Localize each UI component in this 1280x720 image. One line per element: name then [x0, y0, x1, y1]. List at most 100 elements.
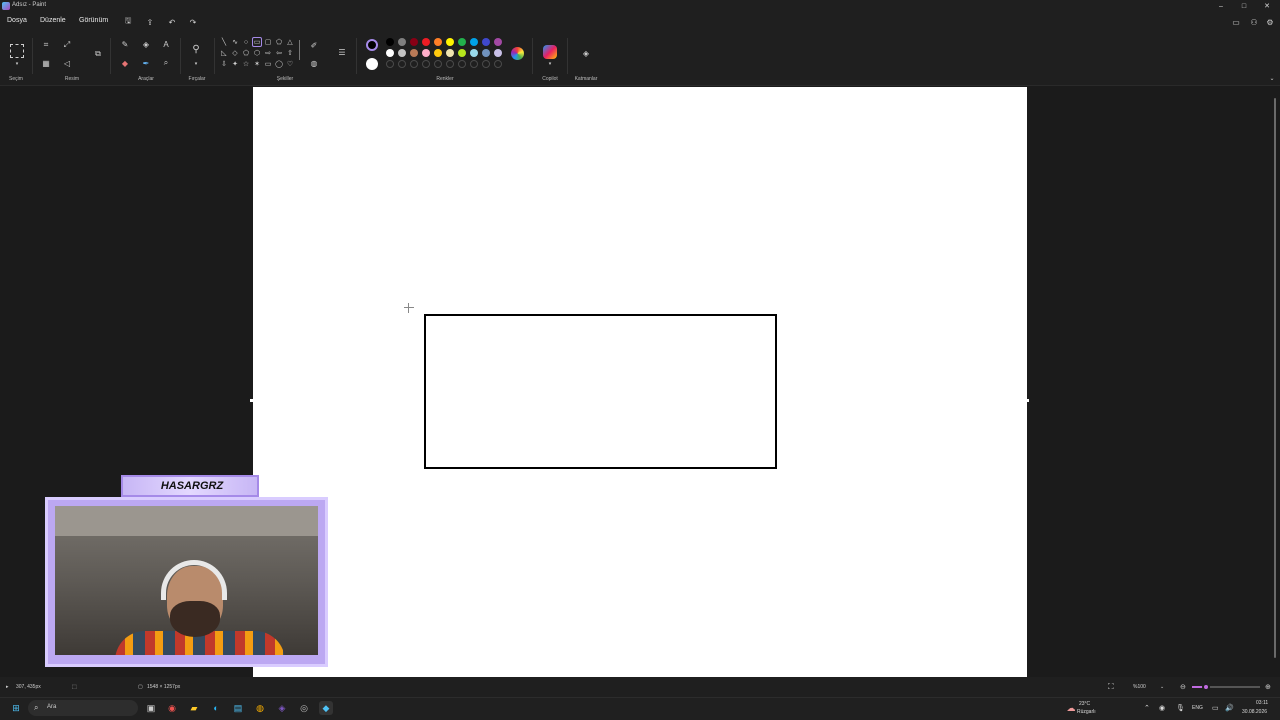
edit-colors-icon[interactable]	[511, 47, 524, 60]
palette-empty-swatch[interactable]	[446, 60, 454, 68]
notifications-icon[interactable]: ▭	[1230, 16, 1242, 28]
palette-empty-swatch[interactable]	[494, 60, 502, 68]
weather-icon[interactable]: ☁	[1064, 701, 1078, 715]
menu-view[interactable]: Görünüm	[79, 17, 108, 24]
chrome-icon[interactable]: ◍	[253, 701, 267, 715]
shape-rounded-rectangle-icon[interactable]: ▢	[263, 37, 273, 47]
maximize-button[interactable]: □	[1233, 0, 1255, 12]
background-removal-icon[interactable]: ▦	[40, 57, 52, 69]
save-icon[interactable]: 🖫	[122, 16, 134, 28]
selection-tool[interactable]	[10, 44, 24, 58]
palette-swatch[interactable]	[434, 38, 442, 46]
palette-empty-swatch[interactable]	[398, 60, 406, 68]
task-view-icon[interactable]: ▣	[144, 701, 158, 715]
undo-icon[interactable]: ↶	[166, 16, 178, 28]
chevron-down-icon[interactable]: ▾	[544, 58, 556, 70]
eraser-icon[interactable]: ◆	[119, 57, 131, 69]
zoom-slider-thumb[interactable]	[1201, 683, 1210, 691]
drawn-rectangle[interactable]	[424, 314, 777, 469]
shape-fill-icon[interactable]: ◍	[308, 57, 320, 69]
palette-swatch[interactable]	[446, 49, 454, 57]
palette-empty-swatch[interactable]	[422, 60, 430, 68]
shape-rectangle-icon[interactable]: ▭	[252, 37, 262, 47]
palette-swatch[interactable]	[446, 38, 454, 46]
menu-edit[interactable]: Düzenle	[40, 17, 66, 24]
brush-icon[interactable]: ⚲	[190, 43, 202, 55]
palette-empty-swatch[interactable]	[434, 60, 442, 68]
shape-star4-icon[interactable]: ✦	[230, 59, 240, 69]
palette-empty-swatch[interactable]	[482, 60, 490, 68]
chevron-down-icon[interactable]: ⌄	[1266, 72, 1278, 84]
zoom-out-icon[interactable]: ⊖	[1180, 683, 1186, 691]
zoom-in-icon[interactable]: ⊕	[1265, 683, 1271, 691]
shape-star6-icon[interactable]: ✶	[252, 59, 262, 69]
zoom-level[interactable]: %100	[1133, 684, 1146, 690]
resize-icon[interactable]: ⤢	[61, 39, 73, 51]
secondary-color[interactable]	[366, 58, 378, 70]
text-icon[interactable]: A	[160, 38, 172, 50]
file-explorer-icon[interactable]: ▰	[187, 701, 201, 715]
palette-swatch[interactable]	[434, 49, 442, 57]
shape-arrow-up-icon[interactable]: ⇧	[285, 48, 295, 58]
palette-swatch[interactable]	[470, 38, 478, 46]
fit-screen-icon[interactable]: ⛶	[1108, 682, 1114, 692]
network-icon[interactable]: ▭	[1212, 704, 1219, 712]
chevron-down-icon[interactable]: ▾	[190, 58, 202, 70]
magnifier-icon[interactable]: ⌕	[160, 57, 172, 69]
rotate-icon[interactable]: ◁	[61, 57, 73, 69]
shapes-scroll[interactable]	[299, 40, 300, 60]
shape-size-icon[interactable]: ☰	[335, 45, 349, 59]
palette-swatch[interactable]	[398, 49, 406, 57]
image-generator-icon[interactable]: ⧉	[91, 47, 105, 61]
weather-desc[interactable]: Rüzgarlı	[1077, 709, 1096, 715]
palette-swatch[interactable]	[470, 49, 478, 57]
palette-swatch[interactable]	[422, 38, 430, 46]
palette-swatch[interactable]	[458, 38, 466, 46]
minimize-button[interactable]: –	[1210, 0, 1232, 12]
shape-line-icon[interactable]: ╲	[219, 37, 229, 47]
primary-color[interactable]	[366, 39, 378, 51]
obs-icon[interactable]: ◎	[297, 701, 311, 715]
taskbar-search[interactable]: ⌕ Ara	[28, 700, 138, 716]
shape-polygon-icon[interactable]: ⬠	[274, 37, 284, 47]
pencil-icon[interactable]: ✎	[119, 38, 131, 50]
store-icon[interactable]: ▤	[231, 701, 245, 715]
tray-app-icon[interactable]: ◉	[1159, 704, 1165, 712]
palette-swatch[interactable]	[494, 49, 502, 57]
shape-callout-rect-icon[interactable]: ▭	[263, 59, 273, 69]
shape-curve-icon[interactable]: ∿	[230, 37, 240, 47]
clock-time[interactable]: 03:11	[1256, 700, 1268, 706]
palette-swatch[interactable]	[482, 38, 490, 46]
shape-pentagon-icon[interactable]: ⬠	[241, 48, 251, 58]
palette-empty-swatch[interactable]	[470, 60, 478, 68]
account-icon[interactable]: ⚇	[1248, 16, 1260, 28]
color-picker-icon[interactable]: ✒	[140, 57, 152, 69]
chevron-down-icon[interactable]: ⌄	[1160, 684, 1164, 690]
fill-icon[interactable]: ◈	[140, 38, 152, 50]
menu-file[interactable]: Dosya	[7, 17, 27, 24]
shape-hexagon-icon[interactable]: ⬡	[252, 48, 262, 58]
shape-heart-icon[interactable]: ♡	[285, 59, 295, 69]
vertical-scrollbar[interactable]	[1272, 88, 1278, 676]
palette-swatch[interactable]	[422, 49, 430, 57]
shape-callout-oval-icon[interactable]: ◯	[274, 59, 284, 69]
shape-arrow-down-icon[interactable]: ⇩	[219, 59, 229, 69]
palette-empty-swatch[interactable]	[458, 60, 466, 68]
volume-icon[interactable]: 🔊	[1225, 704, 1234, 712]
redo-icon[interactable]: ↷	[187, 16, 199, 28]
shape-right-triangle-icon[interactable]: ◺	[219, 48, 229, 58]
palette-swatch[interactable]	[386, 49, 394, 57]
chevron-up-icon[interactable]: ⌃	[1144, 704, 1150, 712]
palette-empty-swatch[interactable]	[410, 60, 418, 68]
copilot-icon[interactable]	[543, 45, 557, 59]
outline-icon[interactable]: ✐	[308, 39, 320, 51]
app-icon-purple[interactable]: ◈	[275, 701, 289, 715]
clock-date[interactable]: 30.08.2026	[1242, 709, 1267, 715]
shape-oval-icon[interactable]: ○	[241, 37, 251, 47]
palette-swatch[interactable]	[458, 49, 466, 57]
settings-icon[interactable]: ⚙	[1264, 16, 1276, 28]
share-icon[interactable]: ⇪	[144, 16, 156, 28]
palette-empty-swatch[interactable]	[386, 60, 394, 68]
shape-arrow-left-icon[interactable]: ⇦	[274, 48, 284, 58]
palette-swatch[interactable]	[410, 49, 418, 57]
